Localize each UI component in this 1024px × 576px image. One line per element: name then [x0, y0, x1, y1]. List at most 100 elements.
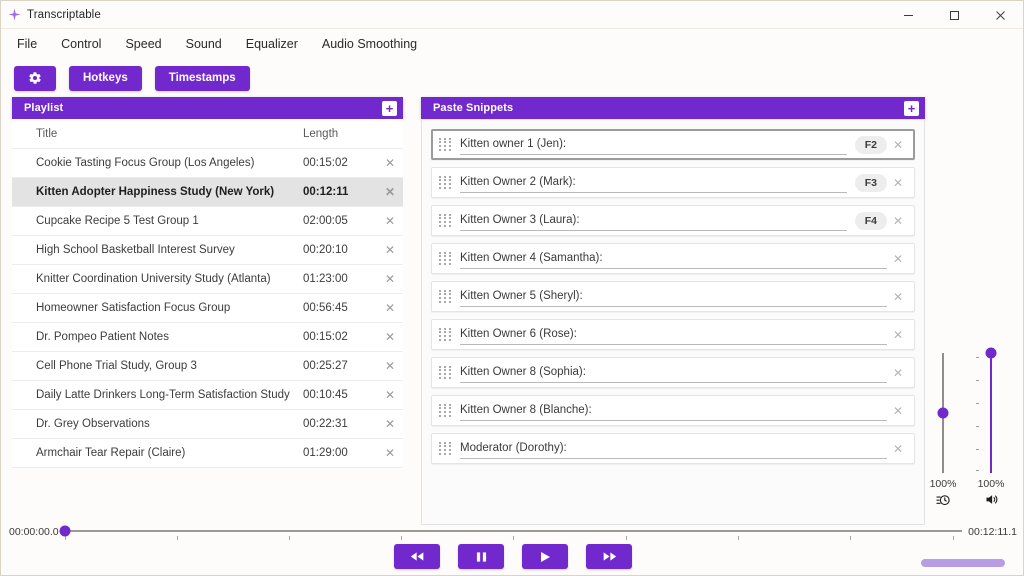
remove-snippet-button[interactable]: ✕: [887, 214, 909, 228]
remove-snippet-button[interactable]: ✕: [887, 404, 909, 418]
speed-slider-thumb[interactable]: [938, 408, 949, 419]
remove-playlist-item-button[interactable]: ✕: [377, 243, 403, 257]
maximize-button[interactable]: [931, 1, 977, 29]
remove-snippet-button[interactable]: ✕: [887, 252, 909, 266]
minimize-button[interactable]: [885, 1, 931, 29]
snippet-hotkey-badge[interactable]: F4: [855, 212, 887, 230]
settings-button[interactable]: [14, 66, 56, 91]
remove-snippet-button[interactable]: ✕: [887, 328, 909, 342]
playlist-panel: Playlist + Title Length Cookie Tasting F…: [12, 97, 403, 468]
drag-handle-icon[interactable]: [438, 251, 454, 267]
pause-icon: [476, 551, 487, 563]
remove-playlist-item-button[interactable]: ✕: [377, 359, 403, 373]
playlist-row-title: Knitter Coordination University Study (A…: [36, 273, 303, 285]
volume-slider[interactable]: 100%: [970, 353, 1012, 513]
drag-handle-icon[interactable]: [438, 327, 454, 343]
list-item[interactable]: F2✕: [431, 129, 915, 160]
snippet-text-input[interactable]: [460, 362, 887, 383]
drag-handle-icon[interactable]: [438, 403, 454, 419]
table-row[interactable]: Knitter Coordination University Study (A…: [12, 265, 403, 294]
table-row[interactable]: Cupcake Recipe 5 Test Group 102:00:05✕: [12, 207, 403, 236]
menu-speed[interactable]: Speed: [113, 33, 173, 55]
timestamps-button[interactable]: Timestamps: [155, 66, 250, 91]
remove-playlist-item-button[interactable]: ✕: [377, 417, 403, 431]
timeline-thumb[interactable]: [59, 526, 70, 537]
list-item[interactable]: ✕: [431, 243, 915, 274]
hotkeys-button[interactable]: Hotkeys: [69, 66, 142, 91]
menu-sound[interactable]: Sound: [174, 33, 234, 55]
remove-playlist-item-button[interactable]: ✕: [377, 301, 403, 315]
volume-slider-thumb[interactable]: [986, 348, 997, 359]
table-row[interactable]: Dr. Pompeo Patient Notes00:15:02✕: [12, 323, 403, 352]
playlist-row-length: 00:12:11: [303, 186, 377, 198]
drag-handle-icon[interactable]: [438, 175, 454, 191]
fast-forward-button[interactable]: [586, 544, 632, 569]
horizontal-scrollbar[interactable]: [921, 559, 1005, 567]
drag-handle-icon[interactable]: [438, 289, 454, 305]
table-row[interactable]: Dr. Grey Observations00:22:31✕: [12, 410, 403, 439]
playlist-row-length: 00:20:10: [303, 244, 377, 256]
snippet-text-input[interactable]: [460, 438, 887, 459]
remove-snippet-button[interactable]: ✕: [887, 442, 909, 456]
transport-controls: [1, 544, 1024, 569]
menu-control[interactable]: Control: [49, 33, 113, 55]
snippet-hotkey-badge[interactable]: F2: [855, 136, 887, 154]
remove-playlist-item-button[interactable]: ✕: [377, 388, 403, 402]
slider-group: 100% 100%: [919, 353, 1015, 513]
close-button[interactable]: [977, 1, 1023, 29]
remove-playlist-item-button[interactable]: ✕: [377, 446, 403, 460]
remove-playlist-item-button[interactable]: ✕: [377, 156, 403, 170]
rewind-icon: [410, 551, 425, 562]
drag-handle-icon[interactable]: [438, 213, 454, 229]
volume-slider-track-area[interactable]: [974, 353, 1008, 473]
menu-equalizer[interactable]: Equalizer: [234, 33, 310, 55]
remove-snippet-button[interactable]: ✕: [887, 366, 909, 380]
speed-value: 100%: [930, 478, 957, 490]
timeline-scrubber[interactable]: [65, 522, 963, 542]
table-row[interactable]: Cell Phone Trial Study, Group 300:25:27✕: [12, 352, 403, 381]
add-playlist-item-button[interactable]: +: [382, 101, 397, 116]
snippet-text-input[interactable]: [460, 172, 847, 193]
snippet-hotkey-badge[interactable]: F3: [855, 174, 887, 192]
play-button[interactable]: [522, 544, 568, 569]
add-snippet-button[interactable]: +: [904, 101, 919, 116]
snippet-text-input[interactable]: [460, 400, 887, 421]
list-item[interactable]: ✕: [431, 281, 915, 312]
menu-audio-smoothing[interactable]: Audio Smoothing: [310, 33, 429, 55]
snippet-text-input[interactable]: [460, 286, 887, 307]
list-item[interactable]: ✕: [431, 319, 915, 350]
list-item[interactable]: F3✕: [431, 167, 915, 198]
snippet-text-input[interactable]: [460, 210, 847, 231]
table-row[interactable]: High School Basketball Interest Survey00…: [12, 236, 403, 265]
remove-snippet-button[interactable]: ✕: [887, 290, 909, 304]
remove-snippet-button[interactable]: ✕: [887, 176, 909, 190]
list-item[interactable]: ✕: [431, 395, 915, 426]
snippet-text-input[interactable]: [460, 248, 887, 269]
remove-snippet-button[interactable]: ✕: [887, 138, 909, 152]
snippet-text-input[interactable]: [460, 324, 887, 345]
drag-handle-icon[interactable]: [438, 365, 454, 381]
table-row[interactable]: Cookie Tasting Focus Group (Los Angeles)…: [12, 149, 403, 178]
remove-playlist-item-button[interactable]: ✕: [377, 330, 403, 344]
playlist-row-title: Cupcake Recipe 5 Test Group 1: [36, 215, 303, 227]
volume-slider-ticks: [976, 353, 980, 473]
list-item[interactable]: ✕: [431, 433, 915, 464]
menu-file[interactable]: File: [5, 33, 49, 55]
rewind-button[interactable]: [394, 544, 440, 569]
table-row[interactable]: Daily Latte Drinkers Long-Term Satisfact…: [12, 381, 403, 410]
speed-slider-track-area[interactable]: [926, 353, 960, 473]
table-row[interactable]: Armchair Tear Repair (Claire)01:29:00✕: [12, 439, 403, 468]
list-item[interactable]: F4✕: [431, 205, 915, 236]
table-row[interactable]: Homeowner Satisfaction Focus Group00:56:…: [12, 294, 403, 323]
speed-slider[interactable]: 100%: [922, 353, 964, 513]
drag-handle-icon[interactable]: [438, 137, 454, 153]
list-item[interactable]: ✕: [431, 357, 915, 388]
drag-handle-icon[interactable]: [438, 441, 454, 457]
snippet-text-input[interactable]: [460, 134, 847, 155]
remove-playlist-item-button[interactable]: ✕: [377, 214, 403, 228]
remove-playlist-item-button[interactable]: ✕: [377, 185, 403, 199]
remove-playlist-item-button[interactable]: ✕: [377, 272, 403, 286]
app-window: Transcriptable File Control Speed Sound …: [0, 0, 1024, 576]
table-row[interactable]: Kitten Adopter Happiness Study (New York…: [12, 178, 403, 207]
pause-button[interactable]: [458, 544, 504, 569]
